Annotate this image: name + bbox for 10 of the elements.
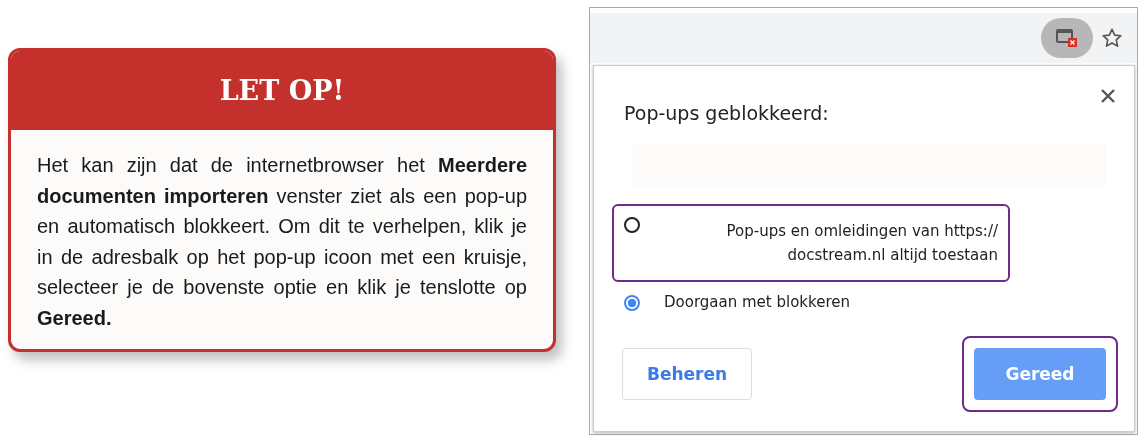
radio-option[interactable]: Doorgaan met blokkeren (612, 282, 1010, 322)
notice-title: LET OP! (219, 75, 345, 106)
dialog-title: Pop-ups geblokkeerd: (624, 102, 830, 124)
close-icon[interactable] (1100, 88, 1116, 104)
popup-blocked-button[interactable] (1041, 18, 1093, 58)
star-icon[interactable] (1101, 27, 1123, 49)
manage-button[interactable]: Beheren (622, 348, 752, 400)
highlighted-option[interactable]: Pop-ups en omleidingen van https:// docstream.nl altijd toestaan (612, 204, 1010, 282)
notice-text: Het kan zijn dat de internetbrowser het Meerdere documenten importeren venster ziet als een pop-up en automatisch blokkeert. Om dit te verhelpen, klik je in de adresbalk op het pop-up icoon met een kruisje, selecteer je de bovenste optie en klik je tenslotte op Gereed. (37, 153, 527, 331)
blocked-window-icon (1056, 28, 1078, 48)
